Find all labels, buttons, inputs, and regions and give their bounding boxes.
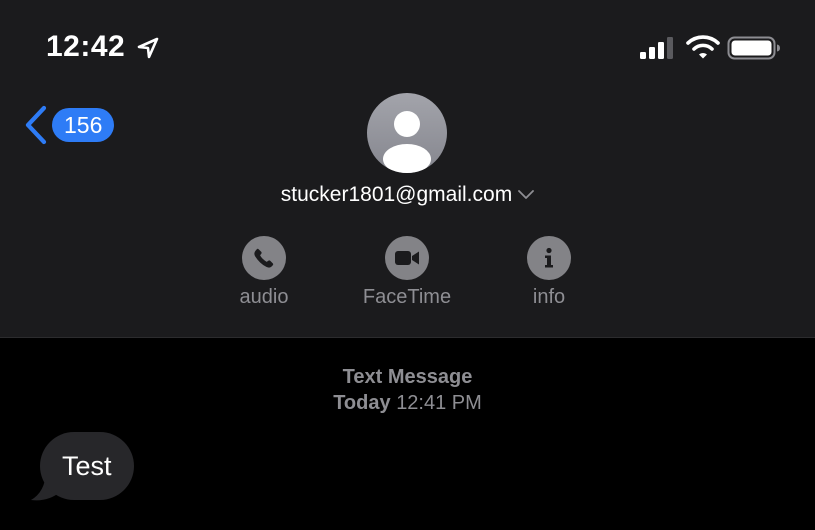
message-timestamp-header: Text Message Today 12:41 PM [0,364,815,416]
incoming-message[interactable]: Test [30,432,160,502]
message-day: Today [333,392,391,414]
chevron-left-icon [25,105,47,145]
service-label: Text Message [342,366,473,388]
wifi-icon [686,35,720,59]
facetime-button[interactable]: FaceTime [347,236,467,309]
action-circle [242,236,286,280]
contact-name: stucker1801@gmail.com [280,183,513,206]
location-arrow-icon [137,37,159,59]
cellular-signal-icon [640,37,673,59]
contact-name-button[interactable]: stucker1801@gmail.com [0,183,815,207]
back-button[interactable]: 156 [22,104,115,146]
chevron-down-icon [518,190,535,200]
action-circle [527,236,571,280]
facetime-label: FaceTime [362,286,452,308]
person-silhouette-icon [383,111,431,173]
audio-call-button[interactable]: audio [204,236,324,309]
phone-icon [254,248,274,268]
info-icon [545,247,553,268]
action-circle [385,236,429,280]
info-button[interactable]: info [489,236,609,309]
unread-count-badge: 156 [52,108,115,142]
battery-icon [727,36,780,60]
conversation-header: 12:42 156 stucker1801@gmail.com audio Fa… [0,0,815,338]
message-time: 12:41 PM [396,392,482,414]
video-camera-icon [395,251,419,265]
status-time: 12:42 [46,30,126,63]
message-date: Today 12:41 PM [0,390,815,416]
message-bubble: Test [40,432,134,500]
contact-avatar[interactable] [367,93,447,173]
info-label: info [532,286,566,308]
audio-label: audio [239,286,289,308]
